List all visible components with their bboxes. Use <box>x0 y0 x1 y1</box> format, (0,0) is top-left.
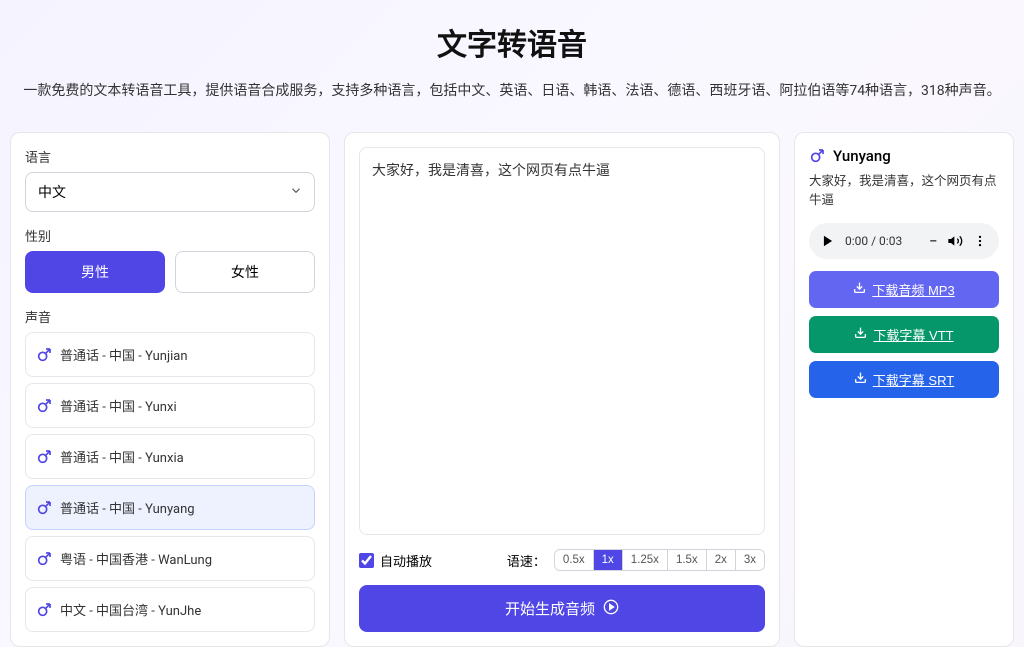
text-input[interactable] <box>359 147 765 535</box>
voice-list: 普通话 - 中国 - Yunjian 普通话 - 中国 - Yunxi 普通话 - … <box>25 332 315 632</box>
more-icon[interactable] <box>973 234 987 248</box>
gender-male-button[interactable]: 男性 <box>25 251 165 293</box>
download-icon <box>854 371 867 387</box>
voice-item-label: 普通话 - 中国 - Yunxia <box>60 447 184 466</box>
autoplay-label: 自动播放 <box>380 551 432 570</box>
voice-label: 声音 <box>25 307 315 326</box>
autoplay-checkbox[interactable] <box>359 553 374 568</box>
play-icon[interactable] <box>821 234 835 248</box>
volume-slider-icon[interactable]: – <box>929 234 937 248</box>
settings-panel: 语言 中文 性别 男性 女性 声音 普通话 - 中国 - Yunjian普通话 … <box>10 132 330 647</box>
male-icon <box>36 602 52 618</box>
page-title: 文字转语音 <box>0 20 1024 64</box>
male-icon <box>36 551 52 567</box>
male-icon <box>36 347 52 363</box>
male-icon <box>36 500 52 516</box>
download-icon <box>853 281 866 297</box>
gender-female-button[interactable]: 女性 <box>175 251 315 293</box>
voice-item[interactable]: 普通话 - 中国 - Yunjian <box>25 332 315 377</box>
voice-item-label: 普通话 - 中国 - Yunjian <box>60 345 188 364</box>
generate-button-label: 开始生成音频 <box>505 598 595 619</box>
voice-item[interactable]: 粤语 - 中国香港 - WanLung <box>25 536 315 581</box>
speed-button[interactable]: 3x <box>736 550 764 570</box>
play-circle-icon <box>603 599 619 619</box>
language-select[interactable]: 中文 <box>25 172 315 212</box>
speed-button[interactable]: 1x <box>594 550 623 570</box>
editor-panel: 自动播放 语速： 0.5x1x1.25x1.5x2x3x 开始生成音频 <box>344 132 780 647</box>
voice-item-label: 普通话 - 中国 - Yunxi <box>60 396 177 415</box>
result-preview-text: 大家好，我是清喜，这个网页有点牛逼 <box>809 173 999 211</box>
download-srt-button[interactable]: 下载字幕 SRT <box>809 361 999 398</box>
speed-buttons: 0.5x1x1.25x1.5x2x3x <box>554 549 765 571</box>
page-subtitle: 一款免费的文本转语音工具，提供语音合成服务，支持多种语言，包括中文、英语、日语、… <box>0 80 1024 100</box>
result-panel: Yunyang 大家好，我是清喜，这个网页有点牛逼 0:00 / 0:03 – <box>794 132 1014 647</box>
male-icon <box>809 148 825 164</box>
volume-icon[interactable] <box>947 233 963 249</box>
male-icon <box>36 449 52 465</box>
speed-button[interactable]: 2x <box>707 550 736 570</box>
voice-item-label: 普通话 - 中国 - Yunyang <box>60 498 195 517</box>
download-srt-label: 下载字幕 SRT <box>873 370 954 389</box>
voice-item[interactable]: 普通话 - 中国 - Yunxi <box>25 383 315 428</box>
gender-label: 性别 <box>25 226 315 245</box>
download-icon <box>854 326 867 342</box>
voice-item-label: 粤语 - 中国香港 - WanLung <box>60 549 212 568</box>
speed-label: 语速： <box>507 551 546 570</box>
speed-button[interactable]: 1.25x <box>623 550 668 570</box>
audio-time: 0:00 / 0:03 <box>845 234 919 248</box>
generate-button[interactable]: 开始生成音频 <box>359 585 765 632</box>
audio-player[interactable]: 0:00 / 0:03 – <box>809 223 999 259</box>
male-icon <box>36 398 52 414</box>
download-vtt-label: 下载字幕 VTT <box>873 325 953 344</box>
voice-item-label: 中文 - 中国台湾 - YunJhe <box>60 600 201 619</box>
speed-button[interactable]: 1.5x <box>668 550 707 570</box>
voice-item[interactable]: 中文 - 中国台湾 - YunJhe <box>25 587 315 632</box>
download-mp3-button[interactable]: 下载音频 MP3 <box>809 271 999 308</box>
result-voice-name: Yunyang <box>833 147 891 165</box>
voice-item[interactable]: 普通话 - 中国 - Yunxia <box>25 434 315 479</box>
download-vtt-button[interactable]: 下载字幕 VTT <box>809 316 999 353</box>
download-mp3-label: 下载音频 MP3 <box>872 280 954 299</box>
voice-item[interactable]: 普通话 - 中国 - Yunyang <box>25 485 315 530</box>
autoplay-control[interactable]: 自动播放 <box>359 551 432 570</box>
speed-button[interactable]: 0.5x <box>555 550 594 570</box>
language-label: 语言 <box>25 147 315 166</box>
